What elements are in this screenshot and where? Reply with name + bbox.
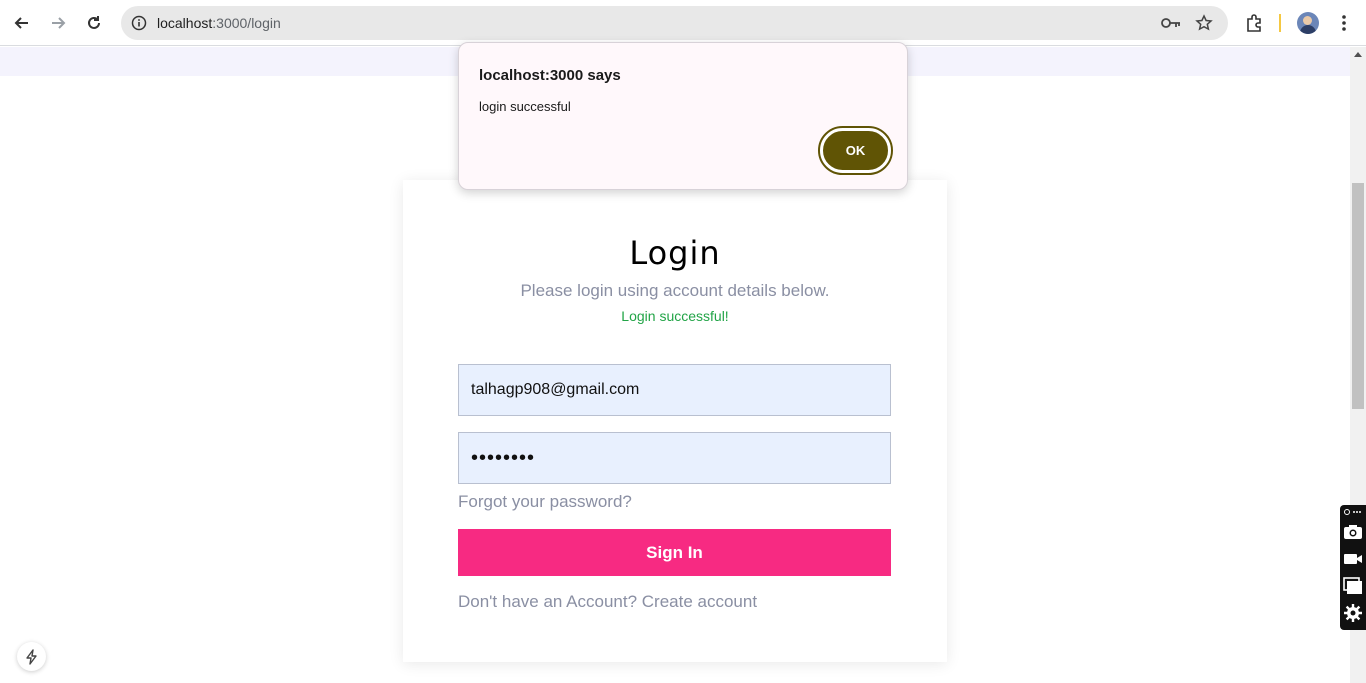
password-value: •••••••• <box>471 446 536 469</box>
capture-toolbar <box>1340 505 1366 630</box>
kebab-menu-icon[interactable] <box>1332 11 1356 35</box>
alert-dialog: localhost:3000 says login successful OK <box>458 42 908 190</box>
sign-in-button[interactable]: Sign In <box>458 529 891 576</box>
forward-button[interactable] <box>44 9 72 37</box>
login-status-message: Login successful! <box>621 308 729 324</box>
scroll-up-arrow-icon[interactable] <box>1354 52 1362 57</box>
window-capture-icon[interactable] <box>1343 576 1363 596</box>
login-card: Login Please login using account details… <box>403 180 947 662</box>
lightning-icon <box>25 648 37 665</box>
login-subtitle: Please login using account details below… <box>520 281 830 300</box>
gear-icon[interactable] <box>1343 603 1363 623</box>
back-button[interactable] <box>8 9 36 37</box>
puzzle-icon[interactable] <box>1242 11 1266 35</box>
create-account-link[interactable]: Don't have an Account? Create account <box>458 592 757 612</box>
camera-icon[interactable] <box>1343 522 1363 542</box>
address-bar[interactable]: localhost:3000/login <box>121 6 1228 40</box>
more-options-icon[interactable] <box>1343 505 1363 519</box>
dialog-message: login successful <box>479 99 571 114</box>
dev-tools-badge[interactable] <box>17 642 46 671</box>
key-icon[interactable] <box>1161 13 1181 33</box>
star-icon[interactable] <box>1194 13 1214 33</box>
url-host: localhost <box>157 15 213 31</box>
info-icon[interactable] <box>129 13 149 33</box>
forgot-password-link[interactable]: Forgot your password? <box>458 492 632 512</box>
arrow-left-icon <box>14 17 28 29</box>
toolbar-separator <box>1279 14 1281 32</box>
password-field[interactable]: •••••••• <box>458 432 891 484</box>
scroll-thumb[interactable] <box>1352 183 1364 409</box>
browser-toolbar: localhost:3000/login <box>0 0 1366 46</box>
reload-button[interactable] <box>80 9 108 37</box>
video-camera-icon[interactable] <box>1343 549 1363 569</box>
dialog-title: localhost:3000 says <box>479 67 621 84</box>
email-field[interactable]: talhagp908@gmail.com <box>458 364 891 416</box>
profile-avatar[interactable] <box>1297 12 1319 34</box>
reload-icon <box>88 16 100 29</box>
ok-button[interactable]: OK <box>818 126 893 175</box>
arrow-right-icon <box>52 17 66 29</box>
url-text: localhost:3000/login <box>157 15 281 31</box>
email-value: talhagp908@gmail.com <box>471 381 640 398</box>
url-path: :3000/login <box>212 15 281 31</box>
login-title: Login <box>629 234 721 272</box>
